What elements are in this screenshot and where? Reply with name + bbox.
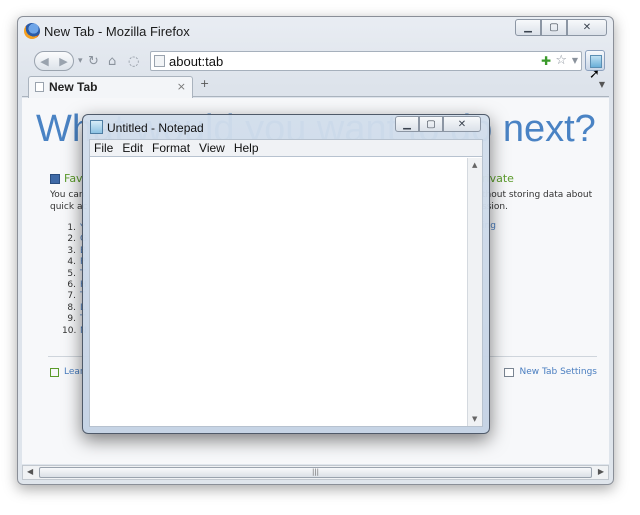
private-heading: rivate <box>482 172 514 185</box>
private-description: thout storing data about ssion. <box>482 190 593 212</box>
learn-more-text[interactable]: Lear <box>64 367 84 377</box>
private-link[interactable]: ing <box>482 221 609 231</box>
scroll-left-icon[interactable]: ◀ <box>27 467 33 476</box>
notepad-menubar: File Edit Format View Help <box>89 139 483 157</box>
tab-new-tab[interactable]: New Tab × <box>28 76 193 98</box>
page-icon <box>35 82 44 92</box>
tab-strip: New Tab × + ▼ <box>22 75 609 98</box>
url-bar[interactable]: about:tab ✚ ☆ ▼ <box>150 51 582 71</box>
private-browsing-column: rivate thout storing data about ssion. i… <box>482 172 609 231</box>
firefox-window-title: New Tab - Mozilla Firefox <box>44 24 190 39</box>
maximize-icon: ▢ <box>426 118 436 130</box>
page-identity-icon[interactable] <box>154 55 165 67</box>
menu-edit[interactable]: Edit <box>118 140 147 156</box>
bookmark-star-icon[interactable]: ☆ <box>555 53 567 68</box>
scroll-right-icon[interactable]: ▶ <box>598 467 604 476</box>
close-icon: ✕ <box>582 22 592 33</box>
notepad-window: Untitled - Notepad ▁ ▢ ✕ File Edit Forma… <box>82 114 490 434</box>
firefox-titlebar[interactable]: New Tab - Mozilla Firefox ▁ ▢ ✕ <box>18 17 613 47</box>
menu-format[interactable]: Format <box>148 140 194 156</box>
menu-view[interactable]: View <box>195 140 229 156</box>
minimize-button[interactable]: ▁ <box>395 116 419 132</box>
notepad-window-controls: ▁ ▢ ✕ <box>395 116 481 132</box>
scrollbar-thumb[interactable]: ||| <box>39 467 592 478</box>
home-icon[interactable]: ⌂ <box>108 54 116 69</box>
new-tab-button[interactable]: + <box>200 77 209 90</box>
new-tab-settings-text[interactable]: New Tab Settings <box>519 367 597 377</box>
minimize-button[interactable]: ▁ <box>515 19 541 36</box>
close-button[interactable]: ✕ <box>567 19 607 36</box>
menu-help[interactable]: Help <box>230 140 263 156</box>
favorites-heading-text: Fav <box>64 172 83 185</box>
url-dropdown-icon[interactable]: ▼ <box>572 56 578 65</box>
maximize-icon: ▢ <box>549 22 559 33</box>
url-text[interactable]: about:tab <box>169 54 223 69</box>
close-button[interactable]: ✕ <box>443 116 481 132</box>
scroll-down-icon[interactable]: ▼ <box>472 415 477 423</box>
favorites-icon <box>50 173 60 184</box>
reload-icon[interactable]: ↻ <box>88 54 99 69</box>
firefox-logo-icon <box>24 23 40 39</box>
navigation-toolbar: ◀ ▶ ▾ ↻ ⌂ ◌ about:tab ✚ ☆ ▼ <box>22 48 609 76</box>
maximize-button[interactable]: ▢ <box>541 19 567 36</box>
tab-close-icon[interactable]: × <box>177 80 186 93</box>
notepad-window-title: Untitled - Notepad <box>107 121 204 135</box>
new-tab-settings-link[interactable]: New Tab Settings <box>504 367 597 377</box>
close-icon: ✕ <box>457 118 467 130</box>
scroll-up-icon[interactable]: ▲ <box>472 161 477 169</box>
back-icon[interactable]: ◀ <box>40 55 48 68</box>
maximize-button[interactable]: ▢ <box>419 116 443 132</box>
back-forward-buttons[interactable]: ◀ ▶ <box>34 51 74 71</box>
notepad-icon <box>90 120 103 134</box>
throbber-icon: ◌ <box>128 54 140 69</box>
firefox-window-controls: ▁ ▢ ✕ <box>515 19 607 36</box>
addon-puzzle-icon[interactable]: ✚ <box>541 54 551 68</box>
minimize-icon: ▁ <box>403 118 411 130</box>
forward-icon[interactable]: ▶ <box>59 55 67 68</box>
notepad-vertical-scrollbar[interactable]: ▲ ▼ <box>467 158 482 426</box>
menu-file[interactable]: File <box>90 140 117 156</box>
list-all-tabs-icon[interactable]: ▼ <box>599 80 605 89</box>
tab-label: New Tab <box>49 80 98 94</box>
help-icon <box>50 367 59 377</box>
learn-more-link[interactable]: Lear <box>50 367 84 377</box>
notepad-text-area[interactable] <box>89 157 483 427</box>
minimize-icon: ▁ <box>524 22 532 33</box>
notepad-titlebar[interactable]: Untitled - Notepad ▁ ▢ ✕ <box>83 115 489 139</box>
horizontal-scrollbar[interactable]: ◀ ||| ▶ <box>22 465 609 480</box>
history-dropdown-icon[interactable]: ▾ <box>78 56 83 66</box>
settings-page-icon <box>504 367 515 377</box>
